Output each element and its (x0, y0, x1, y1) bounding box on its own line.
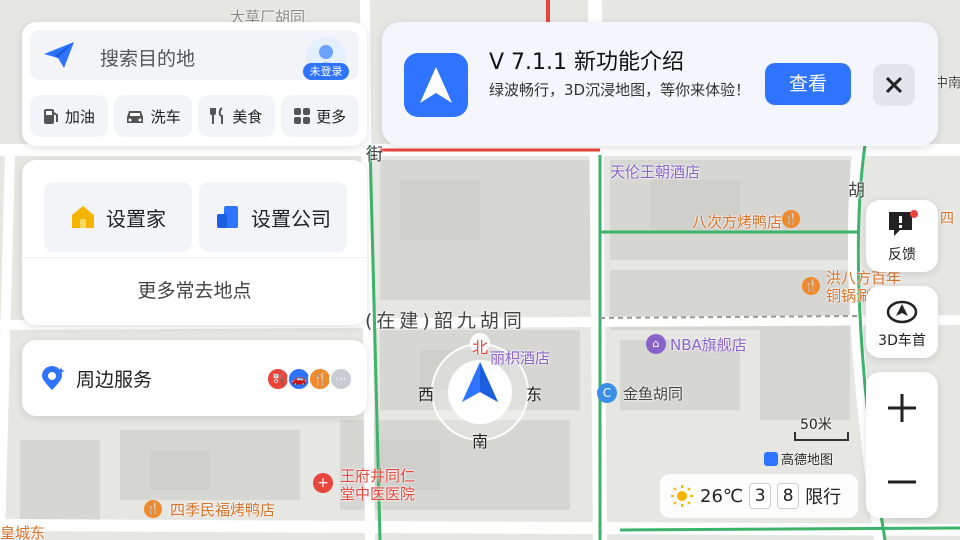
street-label: 四 (940, 211, 954, 227)
sun-icon (671, 485, 693, 507)
zoom-controls (866, 372, 938, 518)
quick-label: 加油 (64, 107, 95, 126)
set-home-label: 设置家 (106, 206, 166, 231)
poi-label[interactable]: 天伦王朝酒店 (610, 161, 700, 182)
zoom-out-button[interactable] (866, 446, 938, 518)
promo-title: V 7.1.1 新功能介绍 (489, 50, 685, 75)
set-company-button[interactable]: 设置公司 (199, 182, 347, 252)
search-panel: 搜索目的地 未登录 加油 洗车 美食 更多 (22, 22, 367, 146)
poi-label[interactable]: 金鱼胡同 (623, 383, 683, 404)
quick-more-button[interactable]: 更多 (281, 95, 359, 137)
quick-label: 更多 (316, 107, 347, 126)
nearby-services-title: 周边服务 (76, 369, 153, 391)
quick-actions: 加油 洗车 美食 更多 (30, 95, 359, 137)
close-icon (885, 76, 903, 94)
app-logo-icon (404, 53, 468, 117)
set-company-label: 设置公司 (251, 206, 331, 231)
amap-logo-icon (764, 451, 778, 466)
food-icon (210, 107, 224, 124)
service-icon-group: ⛽ 🚗 🍴 ··· (266, 367, 353, 391)
building-icon (217, 206, 238, 228)
poi-label[interactable]: 八次方烤鸭店 (692, 211, 782, 232)
heading-3d-button[interactable]: 3D车首 (866, 286, 938, 358)
quick-label: 洗车 (150, 107, 181, 126)
street-label: 街 (366, 145, 383, 165)
plate-number-2: 8 (777, 483, 800, 509)
close-button[interactable] (873, 64, 915, 106)
food-poi-icon[interactable]: 🍴 (144, 500, 162, 518)
compass-north: 北 (472, 338, 489, 357)
shop-poi-icon[interactable]: ⌂ (646, 334, 666, 354)
hospital-poi-icon[interactable]: + (313, 473, 333, 493)
favorite-places-panel: 设置家 设置公司 更多常去地点 (22, 160, 367, 325)
location-sparkle-icon (42, 366, 65, 390)
feedback-icon (889, 210, 918, 236)
more-icon: ··· (329, 367, 353, 391)
poi-label[interactable]: NBA旗舰店 (670, 334, 747, 355)
home-icon (72, 206, 94, 228)
minus-icon (888, 480, 916, 484)
grid-icon (294, 108, 311, 124)
poi-label[interactable]: 四季民福烤鸭店 (170, 499, 275, 520)
avatar[interactable]: 未登录 (303, 36, 349, 80)
temperature: 26℃ (700, 485, 744, 507)
food-poi-icon[interactable]: 🍴 (782, 210, 800, 228)
compass-south: 南 (472, 432, 489, 451)
compass-east: 东 (526, 385, 543, 404)
3d-heading-icon (886, 300, 918, 324)
search-input[interactable]: 搜索目的地 (100, 44, 195, 71)
feedback-label: 反馈 (888, 247, 916, 263)
brand-text: 高德地图 (781, 453, 834, 468)
heading-3d-label: 3D车首 (878, 333, 926, 349)
car-wash-icon (126, 111, 143, 123)
plus-icon (888, 394, 916, 422)
feedback-button[interactable]: 反馈 (866, 200, 938, 272)
zoom-in-button[interactable] (866, 372, 938, 444)
more-places-button[interactable]: 更多常去地点 (22, 257, 367, 325)
quick-fuel-button[interactable]: 加油 (30, 95, 108, 137)
search-bar[interactable]: 搜索目的地 未登录 (30, 30, 359, 80)
fuel-icon (43, 109, 58, 124)
weather-restriction-widget[interactable]: 26℃ 3 8 限行 (660, 474, 858, 518)
street-label: 胡 (848, 181, 865, 201)
transit-poi-icon[interactable]: C (597, 383, 617, 403)
nearby-services-panel[interactable]: 周边服务 ⛽ 🚗 🍴 ··· (22, 340, 367, 416)
poi-label[interactable]: 丽枳酒店 (490, 347, 550, 368)
paper-plane-icon (44, 42, 74, 68)
update-promo-banner: V 7.1.1 新功能介绍 绿波畅行，3D沉浸地图，等你来体验！ 查看 (382, 22, 938, 146)
quick-carwash-button[interactable]: 洗车 (113, 95, 192, 137)
poi-label[interactable]: 堂中医医院 (340, 483, 415, 504)
brand-watermark: 高德地图 (764, 449, 833, 468)
set-home-button[interactable]: 设置家 (44, 182, 192, 252)
quick-food-button[interactable]: 美食 (197, 95, 276, 137)
poi-label[interactable]: 皇城东 (0, 522, 45, 540)
scale-label: 50米 (800, 417, 832, 433)
login-badge: 未登录 (303, 63, 349, 80)
plate-number-1: 3 (749, 483, 772, 509)
quick-label: 美食 (232, 107, 263, 126)
street-label: (在建)韶九胡同 (365, 310, 526, 332)
view-button[interactable]: 查看 (765, 63, 851, 105)
promo-description: 绿波畅行，3D沉浸地图，等你来体验！ (489, 81, 751, 99)
navigation-arrow-icon (448, 360, 512, 424)
food-poi-icon[interactable]: 🍴 (802, 277, 820, 295)
compass-west: 西 (418, 385, 435, 404)
restriction-label: 限行 (805, 487, 842, 508)
street-label: 中南 (935, 76, 960, 91)
